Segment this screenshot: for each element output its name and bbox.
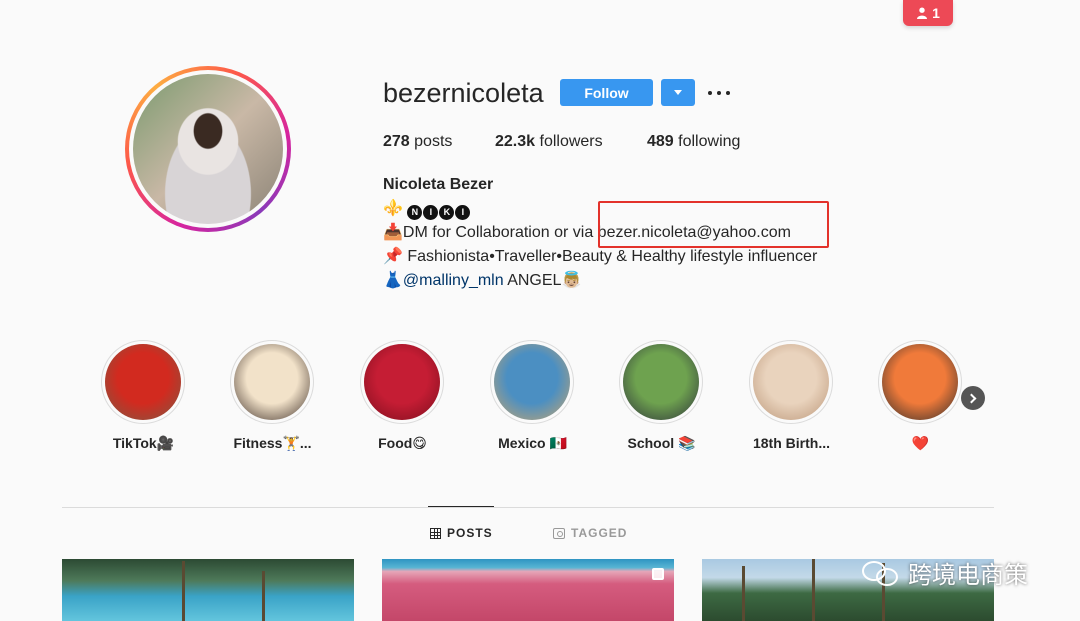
activity-notification-badge[interactable]: 1	[903, 0, 953, 26]
profile-stats: 278 posts 22.3k followers 489 following	[383, 133, 740, 151]
circled-letter: K	[439, 205, 455, 220]
highlight-item[interactable]: Mexico 🇲🇽	[490, 340, 575, 451]
highlights-next-button[interactable]	[961, 386, 985, 410]
highlight-cover	[623, 344, 699, 420]
stat-posts: 278 posts	[383, 133, 453, 150]
person-icon	[917, 7, 928, 19]
highlight-cover	[882, 344, 958, 420]
profile-username: bezernicoleta	[383, 78, 544, 108]
notification-count: 1	[932, 5, 940, 21]
highlight-label: Food😋	[378, 435, 427, 451]
section-divider	[62, 507, 994, 508]
bio-description: Fashionista•Traveller•Beauty & Healthy l…	[402, 248, 818, 265]
highlight-label: Mexico 🇲🇽	[498, 435, 567, 451]
stat-followers[interactable]: 22.3k followers	[495, 133, 647, 151]
highlight-item[interactable]: TikTok🎥	[101, 340, 186, 451]
highlight-cover	[753, 344, 829, 420]
carousel-icon	[652, 568, 664, 580]
avatar-photo	[133, 74, 283, 224]
highlight-cover	[364, 344, 440, 420]
chevron-down-icon	[674, 90, 682, 95]
circled-letter: N	[407, 205, 423, 220]
inbox-tray-icon: 📥	[383, 224, 403, 241]
highlight-cover	[105, 344, 181, 420]
email-highlight-box	[598, 201, 829, 248]
chevron-right-icon	[966, 393, 977, 403]
highlight-item[interactable]: 18th Birth...	[749, 340, 834, 451]
profile-full-name: Nicoleta Bezer	[383, 176, 494, 193]
highlight-item[interactable]: School 📚	[619, 340, 704, 451]
highlight-cover	[234, 344, 310, 420]
bio-mention-link[interactable]: @malliny_mln	[403, 272, 504, 289]
highlight-item[interactable]: Fitness🏋...	[230, 340, 315, 451]
bio-line-4: 👗@malliny_mln ANGEL👼🏼	[383, 269, 817, 293]
highlight-label: ❤️	[911, 435, 930, 451]
profile-avatar[interactable]	[125, 66, 291, 232]
highlight-label: School 📚	[627, 435, 696, 451]
highlight-item[interactable]: Food😋	[360, 340, 445, 451]
bio-angel-text: ANGEL👼🏼	[503, 272, 582, 289]
post-thumbnail[interactable]	[382, 559, 674, 621]
watermark-text: 跨境电商策	[908, 561, 1028, 589]
fleur-de-lis-icon: ⚜️	[383, 200, 403, 217]
highlight-item[interactable]: ❤️	[878, 340, 963, 451]
tab-tagged[interactable]: TAGGED	[553, 526, 627, 540]
more-options-button[interactable]	[708, 84, 730, 102]
highlight-label: TikTok🎥	[112, 435, 175, 451]
highlight-cover	[494, 344, 570, 420]
bio-dm-text: DM for Collaboration or via	[402, 224, 598, 241]
tag-icon	[553, 527, 565, 539]
wechat-watermark: 跨境电商策	[862, 555, 1028, 590]
dress-icon: 👗	[383, 272, 403, 289]
ellipsis-icon	[708, 91, 712, 95]
stat-following[interactable]: 489 following	[647, 133, 740, 151]
wechat-logo-icon	[862, 559, 900, 587]
highlight-label: Fitness🏋...	[233, 435, 312, 451]
post-thumbnail[interactable]	[62, 559, 354, 621]
highlight-label: 18th Birth...	[752, 435, 830, 451]
bio-line-3: 📌 Fashionista•Traveller•Beauty & Healthy…	[383, 245, 817, 269]
suggested-accounts-dropdown-button[interactable]	[661, 79, 695, 106]
tab-posts[interactable]: POSTS	[430, 526, 493, 540]
circled-letter: I	[455, 205, 471, 220]
pushpin-icon: 📌	[383, 248, 403, 265]
grid-icon	[430, 527, 441, 539]
active-tab-indicator	[428, 506, 494, 507]
follow-button[interactable]: Follow	[560, 79, 653, 106]
circled-letter: I	[423, 205, 439, 220]
